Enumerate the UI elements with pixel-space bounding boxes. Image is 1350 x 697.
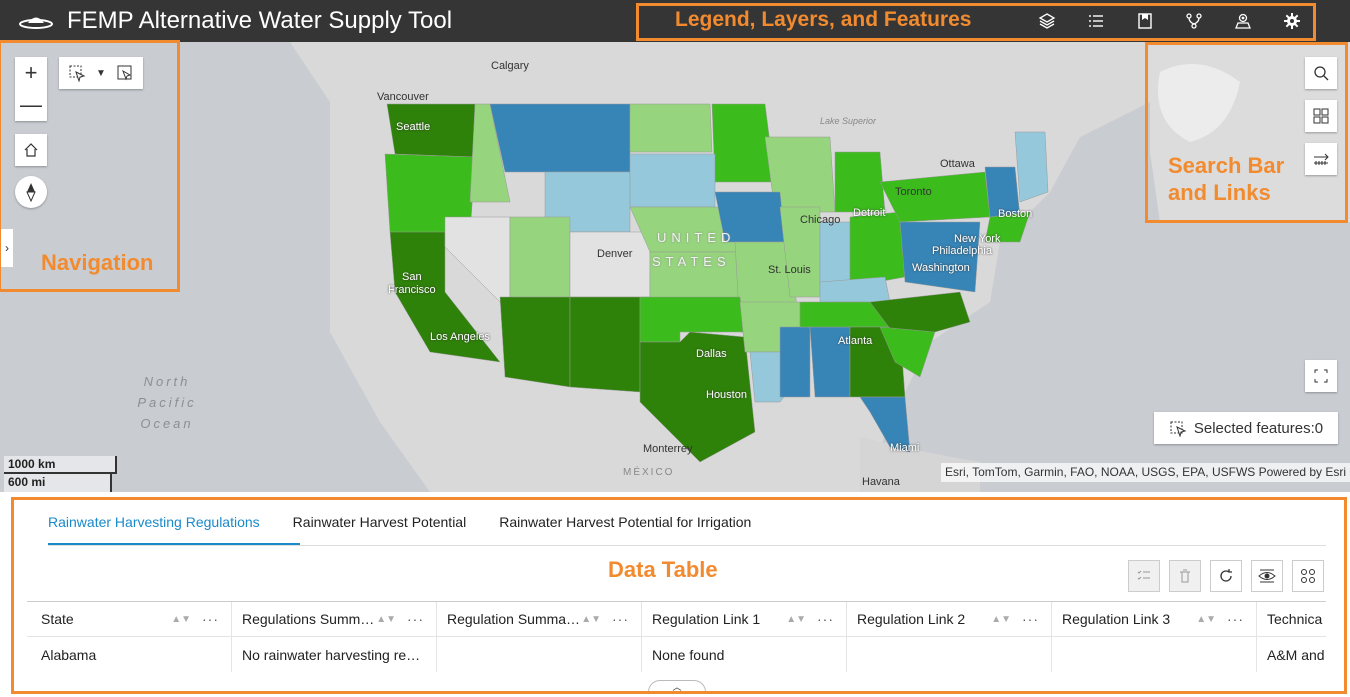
label-miami: Miami bbox=[890, 442, 920, 454]
label-san: San bbox=[402, 271, 422, 283]
scale-bar: 1000 km 600 mi bbox=[4, 456, 117, 492]
label-states: STATES bbox=[652, 254, 731, 269]
label-denver: Denver bbox=[597, 248, 633, 260]
search-annotation-line1: Search Bar bbox=[1168, 153, 1285, 178]
search-annotation-line2: and Links bbox=[1168, 180, 1271, 205]
label-detroit: Detroit bbox=[853, 207, 886, 219]
label-new-york: New York bbox=[954, 233, 1001, 245]
label-dallas: Dallas bbox=[696, 348, 727, 360]
scale-km: 1000 km bbox=[4, 456, 117, 474]
label-francisco: Francisco bbox=[388, 284, 436, 296]
label-toronto: Toronto bbox=[895, 186, 932, 198]
label-philadelphia: Philadelphia bbox=[932, 245, 992, 257]
label-chicago: Chicago bbox=[800, 214, 841, 226]
label-havana: Havana bbox=[862, 476, 900, 488]
selection-icon bbox=[1170, 421, 1187, 437]
label-ocean: North Pacific Ocean bbox=[132, 371, 202, 434]
data-table-panel: Rainwater Harvesting Regulations Rainwat… bbox=[0, 492, 1350, 697]
label-houston: Houston bbox=[706, 389, 747, 401]
label-los-angeles: Los Angeles bbox=[430, 331, 490, 343]
label-lake-superior: Lake Superior bbox=[820, 116, 877, 126]
app-root: FEMP Alternative Water Supply Tool Calga… bbox=[0, 0, 1350, 697]
label-atlanta: Atlanta bbox=[838, 335, 873, 347]
label-seattle: Seattle bbox=[396, 121, 431, 133]
navigation-annotation-label: Navigation bbox=[41, 250, 154, 275]
label-vancouver: Vancouver bbox=[377, 91, 429, 103]
label-boston: Boston bbox=[998, 208, 1033, 220]
legend-annotation-label: Legend, Layers, and Features bbox=[675, 8, 972, 31]
search-annotation-label: Search Bar and Links bbox=[1168, 152, 1284, 206]
app-title: FEMP Alternative Water Supply Tool bbox=[67, 7, 453, 34]
selected-features-button[interactable]: Selected features:0 bbox=[1154, 412, 1338, 444]
fullscreen-icon bbox=[1314, 369, 1328, 383]
selected-features-label: Selected features:0 bbox=[1193, 419, 1324, 437]
app-logo-icon bbox=[19, 17, 53, 29]
map-attribution: Esri, TomTom, Garmin, FAO, NOAA, USGS, E… bbox=[941, 463, 1350, 482]
fullscreen-button[interactable] bbox=[1305, 360, 1337, 392]
label-st-louis: St. Louis bbox=[768, 264, 811, 276]
label-united: UNITED bbox=[657, 230, 736, 245]
label-washington: Washington bbox=[912, 262, 970, 274]
label-pacific: Pacific bbox=[137, 395, 197, 410]
label-ocean-word: Ocean bbox=[140, 416, 194, 431]
data-table-annotation-box bbox=[11, 497, 1347, 694]
label-ottawa: Ottawa bbox=[940, 158, 975, 170]
label-mexico: MÉXICO bbox=[623, 467, 675, 478]
scale-mi: 600 mi bbox=[4, 474, 112, 492]
label-calgary: Calgary bbox=[491, 60, 529, 72]
label-monterrey: Monterrey bbox=[643, 443, 693, 455]
label-north: North bbox=[143, 374, 191, 389]
